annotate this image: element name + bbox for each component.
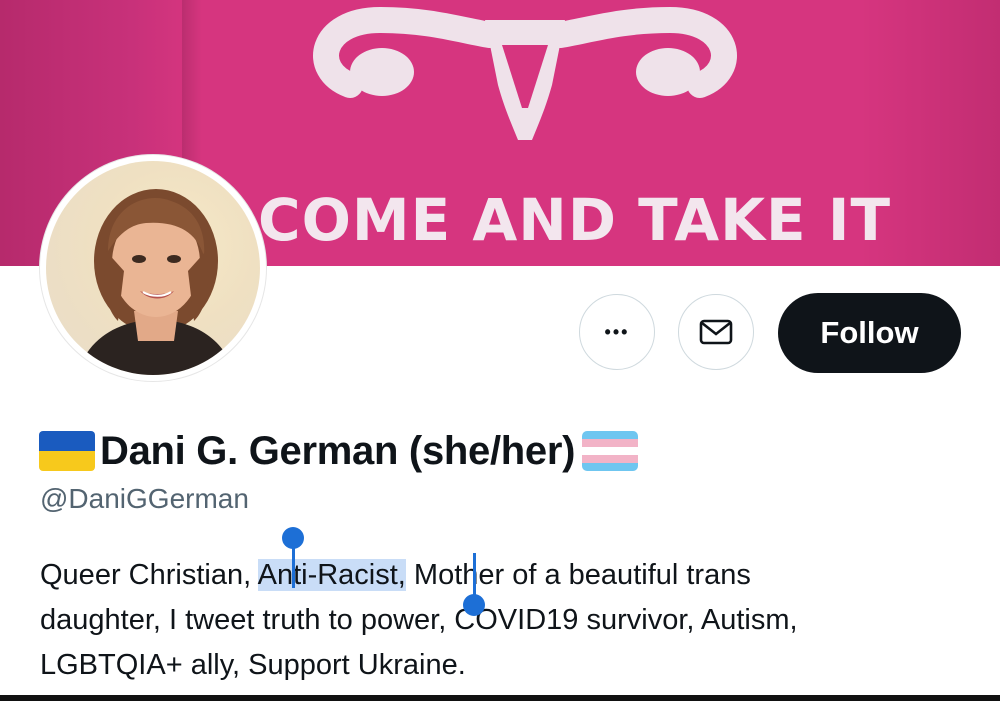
profile-name-row: Dani G. German (she/her) [38, 424, 639, 478]
banner-slogan: COME AND TAKE IT [258, 186, 892, 254]
follow-button[interactable]: Follow [778, 293, 961, 373]
avatar[interactable] [40, 155, 266, 381]
bio-text: Queer Christian, [40, 559, 258, 591]
avatar-portrait [46, 161, 260, 375]
transgender-flag-emoji [582, 431, 639, 471]
bio-line-3: LGBTQIA+ ally, Support Ukraine. [40, 649, 466, 681]
bio-line-2: daughter, I tweet truth to power, COVID1… [40, 604, 798, 636]
selected-text[interactable]: Anti-Racist, [257, 559, 406, 591]
profile-bio: Queer Christian, Anti-Racist, Mother of … [40, 553, 970, 688]
selection-start-handle[interactable] [282, 527, 304, 549]
bottom-edge [0, 695, 1000, 701]
profile-display-name: Dani G. German (she/her) [100, 428, 576, 473]
envelope-icon [699, 319, 733, 345]
bio-line-1: Queer Christian, Anti-Racist, Mother of … [40, 553, 970, 598]
uterus-icon [313, 6, 737, 140]
ellipsis-icon: ••• [604, 321, 630, 342]
ukraine-flag-emoji [39, 431, 95, 471]
selection-end-handle[interactable] [463, 594, 485, 616]
message-button[interactable] [678, 294, 754, 370]
bio-text: Mother of a beautiful trans [405, 559, 751, 591]
profile-handle: @DaniGGerman [40, 483, 249, 514]
more-options-button[interactable]: ••• [579, 294, 655, 370]
